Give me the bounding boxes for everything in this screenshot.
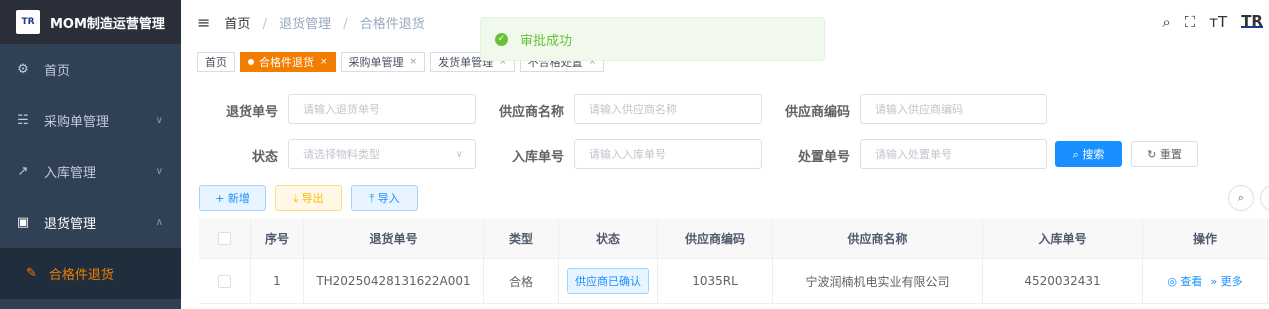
cart-icon: ☵: [17, 113, 29, 128]
more-link[interactable]: » 更多: [1210, 273, 1242, 289]
breadcrumb: 首页 / 退货管理 / 合格件退货: [224, 13, 424, 32]
select-all-checkbox[interactable]: [218, 232, 231, 245]
breadcrumb-separator: /: [343, 16, 348, 32]
toggle-search-icon[interactable]: ⌕: [1228, 185, 1254, 211]
cell-actions: ◎ 查看 » 更多: [1143, 259, 1268, 303]
sidebar-item-purchase[interactable]: ☵ 采购单管理 ∨: [0, 95, 181, 146]
tag-label: 合格件退货: [259, 56, 314, 69]
column-header: 状态: [559, 219, 658, 258]
disposal-no-input[interactable]: 请输入处置单号: [860, 139, 1047, 169]
sidebar-item-label: 退货管理: [44, 217, 97, 232]
supplier-code-input[interactable]: 请输入供应商编码: [860, 94, 1047, 124]
external-link-icon: ↗: [17, 164, 29, 179]
tag-home[interactable]: 首页: [197, 52, 235, 72]
cell-return-no: TH20250428131622A001: [304, 259, 484, 303]
fullscreen-icon[interactable]: ⛶: [1185, 13, 1196, 31]
column-header: 类型: [484, 219, 559, 258]
breadcrumb-home[interactable]: 首页: [224, 17, 250, 32]
tag-qualified-return[interactable]: 合格件退货 ×: [240, 52, 336, 72]
return-no-label: 退货单号: [225, 105, 278, 120]
hamburger-icon[interactable]: ≡: [197, 13, 210, 32]
chevron-down-icon: ∨: [155, 166, 163, 177]
view-link[interactable]: ◎ 查看: [1167, 273, 1202, 289]
edit-icon: ✎: [26, 266, 37, 281]
cell-status: 供应商已确认: [559, 259, 658, 303]
sidebar-item-inbound[interactable]: ↗ 入库管理 ∨: [0, 146, 181, 197]
return-table: 序号 退货单号 类型 状态 供应商编码 供应商名称 入库单号 操作 1 TH20…: [199, 219, 1269, 304]
import-button[interactable]: ⤒ 导入: [351, 185, 418, 211]
status-badge: 供应商已确认: [567, 268, 649, 294]
inbound-no-label: 入库单号: [511, 150, 564, 165]
return-icon: ▣: [16, 215, 30, 230]
column-header: 退货单号: [304, 219, 484, 258]
sidebar-item-label: 采购单管理: [44, 115, 110, 130]
column-header: 入库单号: [983, 219, 1143, 258]
breadcrumb-separator: /: [262, 16, 267, 32]
breadcrumb-current: 合格件退货: [359, 16, 425, 32]
status-select[interactable]: 请选择物料类型 ∨: [288, 139, 476, 169]
table-header: 序号 退货单号 类型 状态 供应商编码 供应商名称 入库单号 操作: [199, 219, 1269, 259]
topbar-actions: ⌕ ⛶ тT TR: [1162, 0, 1269, 44]
dashboard-icon: ⚙: [17, 62, 29, 77]
search-icon[interactable]: ⌕: [1162, 13, 1170, 31]
brand-logo-icon[interactable]: TR: [1241, 14, 1263, 29]
sidebar-item-returns[interactable]: ▣ 退货管理 ∧: [0, 197, 181, 248]
status-select-placeholder: 请选择物料类型: [303, 148, 380, 161]
sidebar-item-label: 入库管理: [44, 166, 97, 181]
select-all-cell: [199, 219, 251, 258]
refresh-icon[interactable]: [1260, 185, 1269, 211]
sidebar-item-label: 首页: [44, 64, 71, 79]
column-header: 操作: [1143, 219, 1268, 258]
sidebar-item-home[interactable]: ⚙ 首页: [0, 44, 181, 95]
font-size-icon[interactable]: тT: [1209, 13, 1227, 31]
sidebar-item-qualified-return[interactable]: ✎ 合格件退货: [0, 248, 181, 299]
cell-type: 合格: [484, 259, 559, 303]
return-no-input[interactable]: 请输入退货单号: [288, 94, 476, 124]
app-title: MOM制造运营管理: [50, 16, 165, 32]
app-logo-bar[interactable]: TR MOM制造运营管理: [0, 0, 181, 44]
sidebar: TR MOM制造运营管理 ⚙ 首页 ☵ 采购单管理 ∨ ↗ 入库管理 ∨ ▣ 退…: [0, 0, 181, 309]
cell-index: 1: [251, 259, 304, 303]
disposal-no-label: 处置单号: [797, 150, 850, 165]
supplier-name-input[interactable]: 请输入供应商名称: [574, 94, 762, 124]
brand-logo-icon: TR: [16, 10, 40, 34]
toast-message: 审批成功: [520, 33, 573, 49]
column-header: 供应商编码: [658, 219, 773, 258]
cell-supplier-name: 宁波润楠机电实业有限公司: [773, 259, 983, 303]
column-header: 供应商名称: [773, 219, 983, 258]
chevron-down-icon: ∨: [455, 148, 463, 160]
sidebar-item-label: 合格件退货: [48, 268, 114, 283]
tag-label: 采购单管理: [348, 56, 404, 69]
check-circle-icon: ✓: [495, 32, 508, 46]
chevron-up-icon: ∧: [155, 217, 163, 228]
supplier-name-label: 供应商名称: [498, 105, 564, 120]
status-label: 状态: [251, 150, 278, 165]
success-toast: ✓ 审批成功: [480, 17, 825, 61]
supplier-code-label: 供应商编码: [784, 105, 850, 120]
tag-label: 首页: [205, 56, 227, 69]
add-button[interactable]: + 新增: [199, 185, 266, 211]
inbound-no-input[interactable]: 请输入入库单号: [574, 139, 762, 169]
export-button[interactable]: ⤓ 导出: [275, 185, 342, 211]
chevron-down-icon: ∨: [155, 115, 163, 126]
close-icon[interactable]: ×: [410, 57, 418, 67]
reset-button[interactable]: ↻ 重置: [1131, 141, 1198, 167]
cell-inbound-no: 4520032431: [983, 259, 1143, 303]
tag-purchase[interactable]: 采购单管理 ×: [340, 52, 426, 72]
row-select-cell: [199, 259, 251, 303]
breadcrumb-returns: 退货管理: [279, 16, 332, 32]
row-checkbox[interactable]: [218, 274, 231, 288]
search-button[interactable]: ⌕ 搜索: [1055, 141, 1122, 167]
close-icon[interactable]: ×: [320, 57, 328, 67]
cell-supplier-code: 1035RL: [658, 259, 773, 303]
column-header: 序号: [251, 219, 304, 258]
table-row[interactable]: 1 TH20250428131622A001 合格 供应商已确认 1035RL …: [199, 259, 1269, 304]
